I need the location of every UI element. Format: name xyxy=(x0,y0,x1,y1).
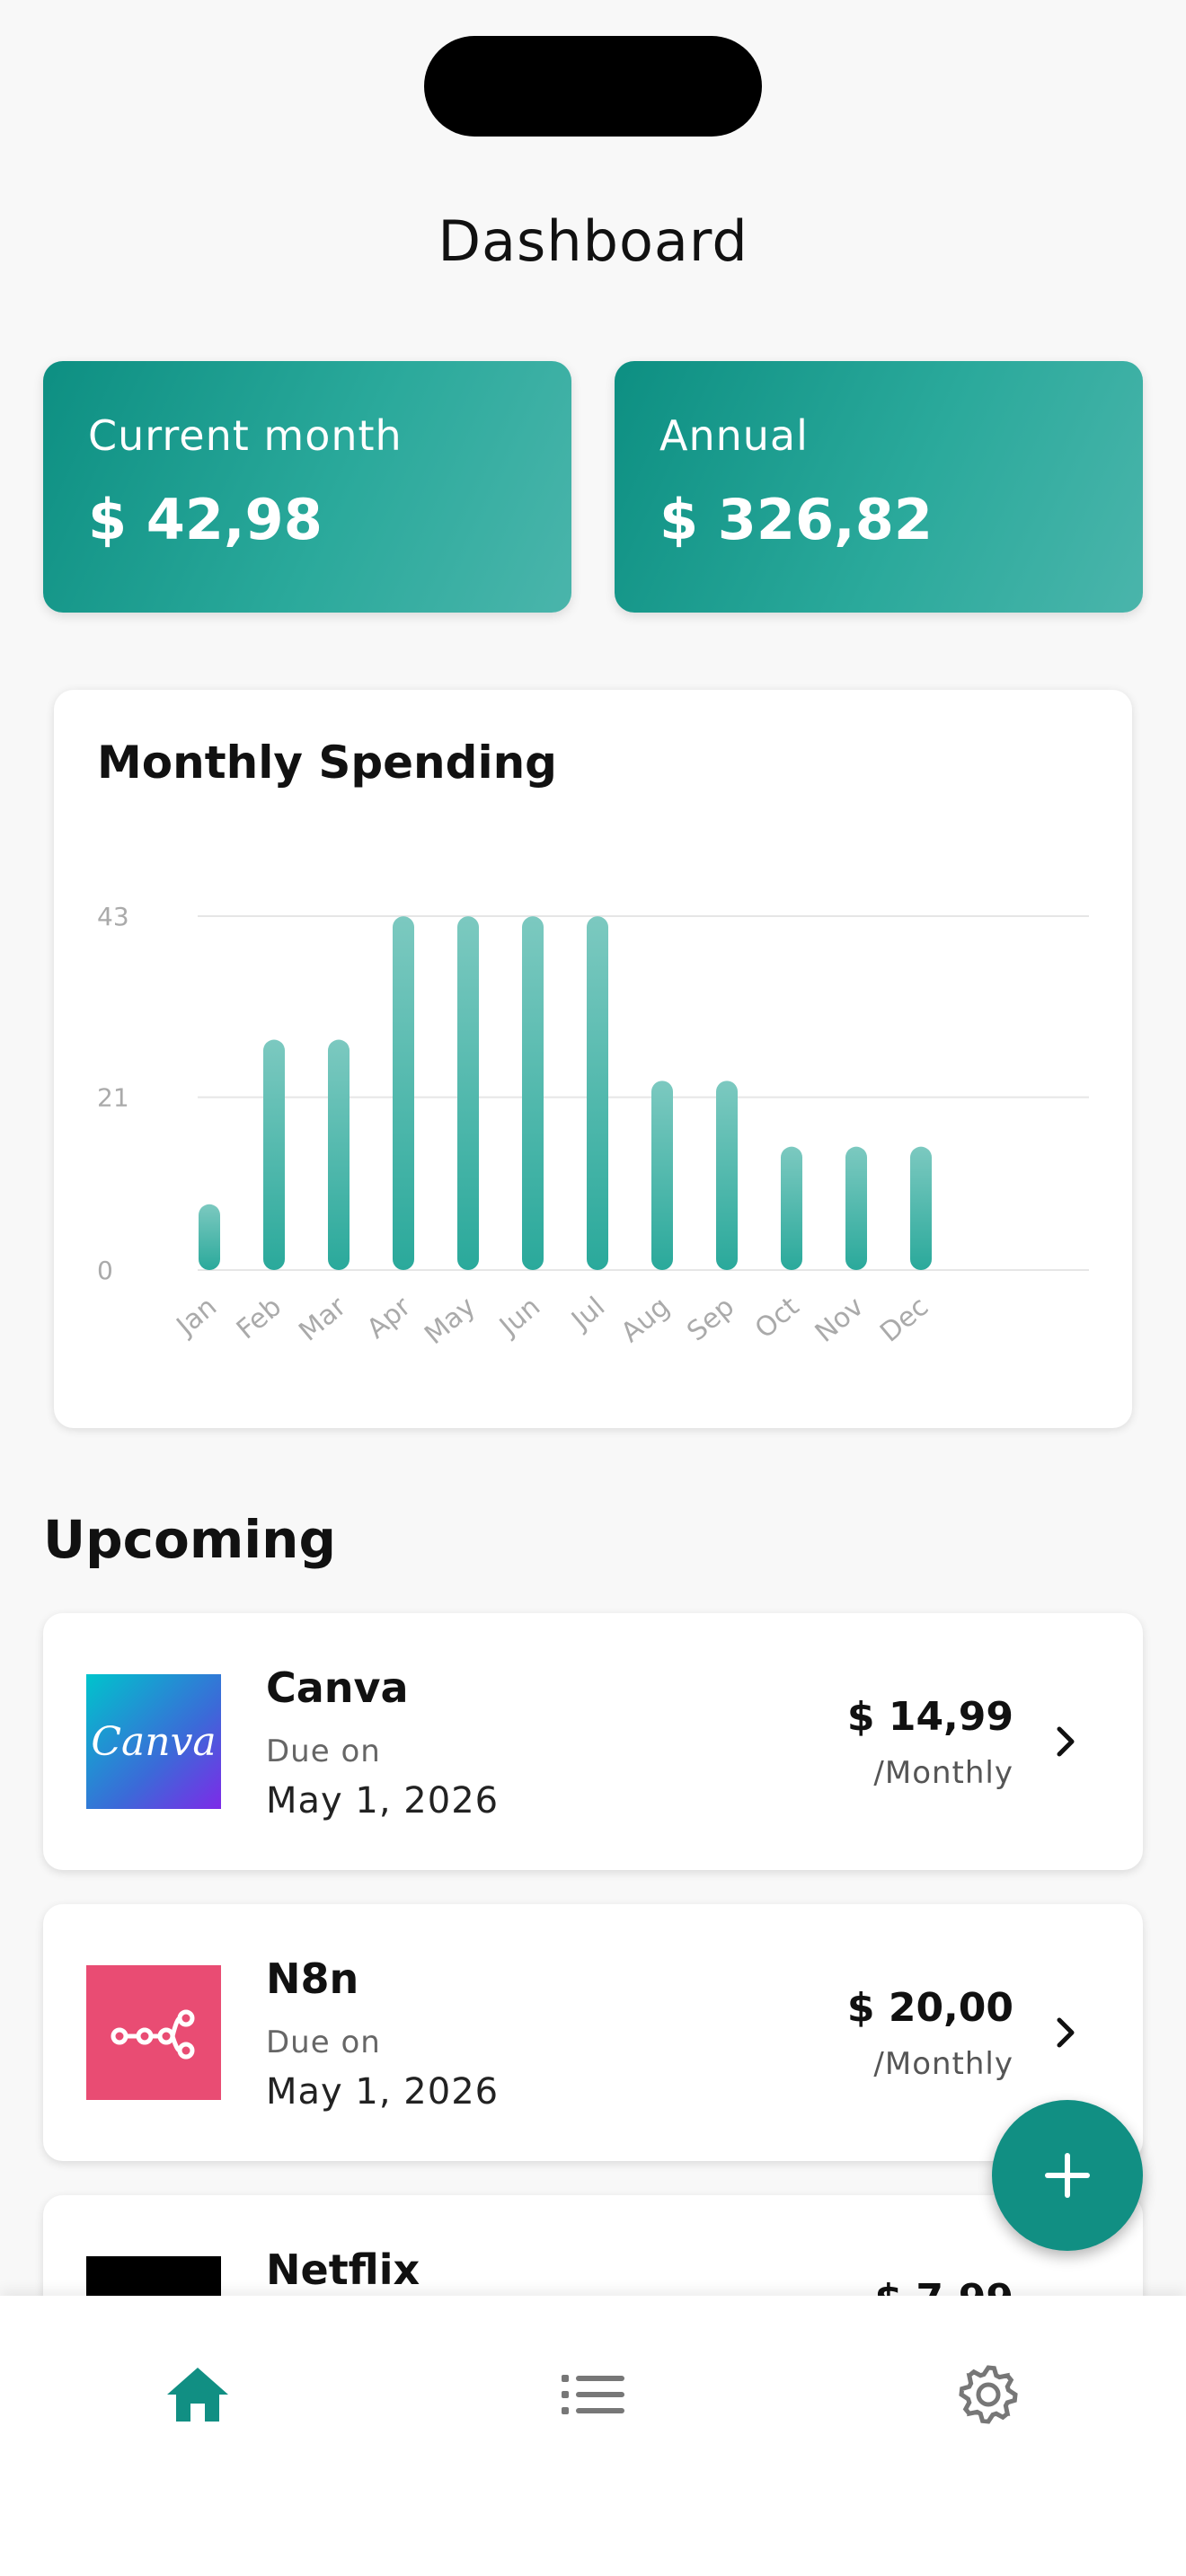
x-tick-label: Mar xyxy=(293,1291,352,1348)
x-tick-label: Jan xyxy=(170,1291,223,1343)
list-icon xyxy=(562,2375,624,2414)
x-tick-label: Oct xyxy=(749,1291,805,1345)
x-tick-label: Dec xyxy=(874,1291,934,1348)
x-tick-label: Aug xyxy=(615,1291,676,1348)
bar-nov[interactable] xyxy=(845,1146,867,1270)
x-tick-label: Nov xyxy=(810,1291,870,1348)
monthly-spending-card: 0 21 43 Jan Feb Mar Apr May Jun Jul Aug Sep Oct Nov De… xyxy=(54,690,1132,1428)
monthly-spending-chart: 0 21 43 Jan Feb Mar Apr May Jun Jul Aug Sep Oct Nov De… xyxy=(97,902,1089,1351)
bar-may[interactable] xyxy=(457,916,479,1270)
current-month-card[interactable]: Current month $ 42,98 xyxy=(43,361,571,613)
annual-card[interactable]: Annual $ 326,82 xyxy=(615,361,1143,613)
annual-value: $ 326,82 xyxy=(659,487,933,552)
x-tick-label: Sep xyxy=(681,1291,740,1347)
current-month-value: $ 42,98 xyxy=(88,487,323,552)
nav-list[interactable] xyxy=(539,2350,647,2439)
due-date: May 1, 2026 xyxy=(266,2071,500,2113)
bar-apr[interactable] xyxy=(393,916,414,1270)
due-label: Due on xyxy=(266,2025,381,2060)
x-tick-label: Jul xyxy=(564,1291,611,1337)
bar-jan[interactable] xyxy=(199,1204,220,1270)
x-tick-label: Feb xyxy=(231,1291,288,1345)
y-tick-label: 21 xyxy=(97,1083,129,1113)
current-month-label: Current month xyxy=(88,411,403,460)
add-subscription-button[interactable] xyxy=(992,2100,1143,2251)
chart-title: Monthly Spending xyxy=(97,737,557,789)
subscription-card-n8n[interactable]: N8n Due on May 1, 2026 $ 20,00 /Monthly xyxy=(43,1904,1143,2161)
chevron-right-icon[interactable] xyxy=(1048,2015,1084,2051)
x-tick-label: Apr xyxy=(361,1291,418,1345)
billing-period: /Monthly xyxy=(873,2046,1013,2082)
nav-settings[interactable] xyxy=(934,2350,1042,2439)
page-title: Dashboard xyxy=(438,208,748,274)
bar-aug[interactable] xyxy=(651,1081,673,1270)
y-tick-label: 0 xyxy=(97,1256,113,1285)
y-tick-label: 43 xyxy=(97,902,129,931)
gear-icon xyxy=(959,2365,1018,2424)
bar-dec[interactable] xyxy=(910,1146,932,1270)
home-icon xyxy=(167,2368,228,2422)
x-tick-label: Jun xyxy=(492,1291,546,1343)
bar-mar[interactable] xyxy=(328,1039,350,1270)
canva-logo-text: Canva xyxy=(91,1718,217,1765)
plus-icon xyxy=(1045,2153,1090,2198)
due-label: Due on xyxy=(266,1734,381,1769)
subscription-name: Canva xyxy=(266,1663,409,1712)
annual-label: Annual xyxy=(659,411,809,460)
dynamic-island xyxy=(424,36,762,137)
upcoming-title: Upcoming xyxy=(43,1509,336,1570)
dashboard-screen: Dashboard Current month $ 42,98 Annual $… xyxy=(0,0,1186,2576)
bar-jul[interactable] xyxy=(587,916,608,1270)
x-tick-label: May xyxy=(419,1291,482,1351)
n8n-logo xyxy=(86,1965,221,2100)
bar-oct[interactable] xyxy=(781,1146,802,1270)
subscription-price: $ 14,99 xyxy=(846,1694,1013,1740)
nav-home[interactable] xyxy=(144,2350,252,2439)
bar-feb[interactable] xyxy=(263,1039,285,1270)
subscription-name: N8n xyxy=(266,1954,359,2003)
bar-jun[interactable] xyxy=(522,916,544,1270)
subscription-name: Netflix xyxy=(266,2245,420,2294)
chevron-right-icon[interactable] xyxy=(1048,1724,1084,1760)
n8n-logo-icon xyxy=(111,2009,195,2060)
bottom-navigation xyxy=(0,2296,1186,2576)
bar-sep[interactable] xyxy=(716,1081,738,1270)
subscription-card-canva[interactable]: Canva Canva Due on May 1, 2026 $ 14,99 /… xyxy=(43,1613,1143,1870)
due-date: May 1, 2026 xyxy=(266,1780,500,1822)
billing-period: /Monthly xyxy=(873,1755,1013,1791)
subscription-price: $ 20,00 xyxy=(846,1985,1013,2031)
canva-logo: Canva xyxy=(86,1674,221,1809)
